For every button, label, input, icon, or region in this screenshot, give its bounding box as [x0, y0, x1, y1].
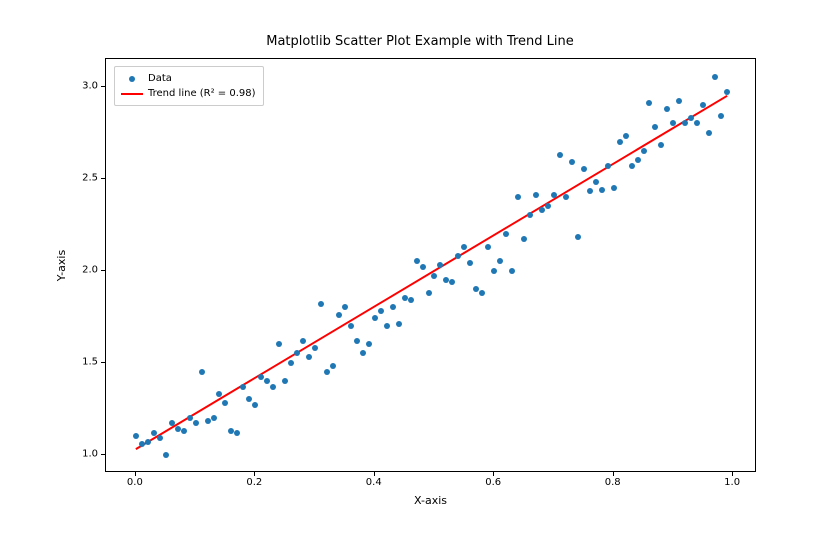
data-point [175, 426, 181, 432]
data-point [605, 163, 611, 169]
data-point [599, 187, 605, 193]
legend: Data Trend line (R² = 0.98) [114, 66, 264, 106]
data-point [623, 133, 629, 139]
data-point [157, 435, 163, 441]
y-tick-label: 1.5 [58, 356, 98, 367]
data-point [479, 290, 485, 296]
data-point [384, 323, 390, 329]
data-point [539, 207, 545, 213]
figure: Matplotlib Scatter Plot Example with Tre… [0, 0, 840, 560]
plot-area [106, 59, 755, 471]
legend-label-trend: Trend line (R² = 0.98) [148, 88, 256, 99]
data-point [199, 369, 205, 375]
y-tick-label: 1.0 [58, 448, 98, 459]
x-tick-label: 0.2 [246, 477, 262, 488]
y-tick-mark [101, 362, 105, 363]
legend-item-data: Data [121, 71, 256, 86]
data-point [211, 415, 217, 421]
data-point [240, 384, 246, 390]
data-point [706, 130, 712, 136]
data-point [611, 185, 617, 191]
x-tick-mark [374, 472, 375, 476]
y-tick-mark [101, 454, 105, 455]
legend-marker-dot [121, 76, 143, 82]
x-tick-mark [732, 472, 733, 476]
data-point [193, 420, 199, 426]
data-point [163, 452, 169, 458]
data-point [593, 179, 599, 185]
data-point [169, 420, 175, 426]
data-point [318, 301, 324, 307]
x-tick-label: 1.0 [724, 477, 740, 488]
trend-line [106, 59, 757, 473]
data-point [181, 428, 187, 434]
data-point [563, 194, 569, 200]
y-tick-mark [101, 270, 105, 271]
data-point [151, 430, 157, 436]
data-point [354, 338, 360, 344]
data-point [234, 430, 240, 436]
axes [105, 58, 756, 472]
data-point [145, 439, 151, 445]
data-point [426, 290, 432, 296]
y-tick-mark [101, 178, 105, 179]
data-point [569, 159, 575, 165]
data-point [491, 268, 497, 274]
data-point [557, 152, 563, 158]
data-point [348, 323, 354, 329]
data-point [414, 258, 420, 264]
data-point [324, 369, 330, 375]
data-point [641, 148, 647, 154]
data-point [187, 415, 193, 421]
chart-title: Matplotlib Scatter Plot Example with Tre… [0, 34, 840, 49]
data-point [509, 268, 515, 274]
y-tick-mark [101, 86, 105, 87]
data-point [485, 244, 491, 250]
legend-marker-line [121, 93, 143, 95]
x-tick-label: 0.0 [127, 477, 143, 488]
x-tick-label: 0.8 [605, 477, 621, 488]
legend-item-trend: Trend line (R² = 0.98) [121, 86, 256, 101]
x-tick-mark [613, 472, 614, 476]
data-point [288, 360, 294, 366]
data-point [270, 384, 276, 390]
data-point [617, 139, 623, 145]
data-point [408, 297, 414, 303]
data-point [396, 321, 402, 327]
data-point [312, 345, 318, 351]
data-point [629, 163, 635, 169]
x-tick-mark [135, 472, 136, 476]
y-tick-label: 3.0 [58, 80, 98, 91]
x-tick-mark [493, 472, 494, 476]
data-point [420, 264, 426, 270]
data-point [402, 295, 408, 301]
data-point [139, 441, 145, 447]
x-tick-label: 0.6 [485, 477, 501, 488]
x-axis-label: X-axis [105, 494, 756, 507]
data-point [503, 231, 509, 237]
data-point [336, 312, 342, 318]
data-point [300, 338, 306, 344]
y-tick-label: 2.5 [58, 172, 98, 183]
y-tick-label: 2.0 [58, 264, 98, 275]
data-point [635, 157, 641, 163]
x-tick-label: 0.4 [366, 477, 382, 488]
legend-label-data: Data [148, 73, 172, 84]
data-point [378, 308, 384, 314]
x-tick-mark [254, 472, 255, 476]
data-point [366, 341, 372, 347]
